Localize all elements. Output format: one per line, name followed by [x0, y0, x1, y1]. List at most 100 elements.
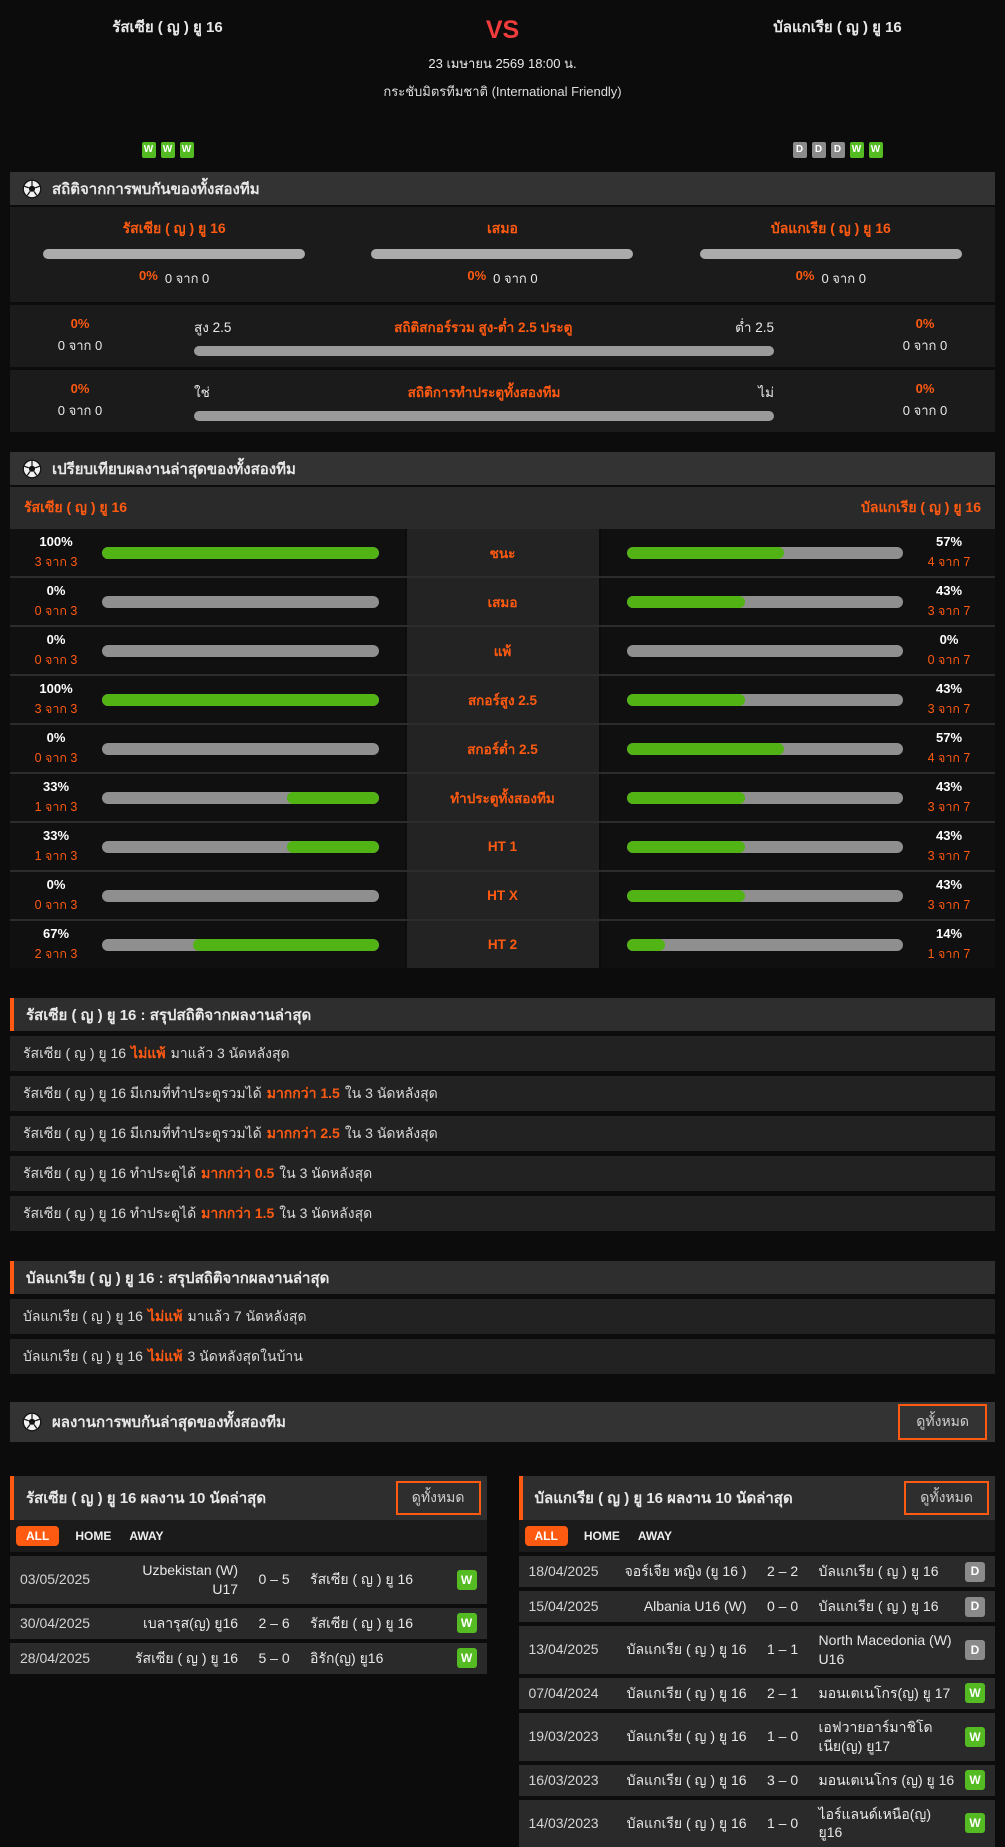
result-score: 3 – 0 — [753, 1771, 813, 1790]
result-badge: W — [457, 1570, 477, 1590]
comparison-home-stat: 33% 1 จาก 3 — [24, 779, 88, 817]
result-badge-wrap: W — [961, 1813, 985, 1833]
comparison-home-count: 3 จาก 3 — [24, 699, 88, 719]
comparison-home-cell: 0% 0 จาก 3 — [10, 578, 405, 625]
comparison-home-bar-fill — [287, 841, 378, 853]
comparison-home-bar-fill — [102, 547, 379, 559]
result-badge: W — [965, 1727, 985, 1747]
comparison-home-percent: 0% — [24, 730, 88, 745]
comparison-home-team: รัสเซีย ( ญ ) ยู 16 — [24, 497, 127, 519]
summary-row-text: รัสเซีย ( ญ ) ยู 16 มีเกมที่ทำประตูรวมได… — [23, 1123, 262, 1145]
result-badge-wrap: W — [961, 1770, 985, 1790]
comparison-row: 33% 1 จาก 3 HT 1 43% 3 จาก 7 — [10, 821, 995, 870]
result-badge: W — [965, 1683, 985, 1703]
comparison-home-stat: 100% 3 จาก 3 — [24, 681, 88, 719]
comparison-home-count: 1 จาก 3 — [24, 846, 88, 866]
form-badge-d: D — [812, 142, 826, 158]
summary-row-text: ใน 3 นัดหลังสุด — [279, 1163, 372, 1185]
comparison-away-bar-fill — [627, 596, 746, 608]
comparison-row-label: สกอร์สูง 2.5 — [405, 676, 601, 723]
summary-row-text: รัสเซีย ( ญ ) ยู 16 — [23, 1043, 126, 1065]
h2h-outcome-percent: 0% — [139, 268, 158, 289]
tab-away[interactable]: AWAY — [127, 1526, 165, 1546]
h2h-outcome-column: รัสเซีย ( ญ ) ยู 16 0% 0 จาก 0 — [10, 218, 338, 289]
comparison-away-bar — [627, 547, 904, 559]
home-results-rows: 03/05/2025 Uzbekistan (W) U17 0 – 5 รัสเ… — [10, 1556, 487, 1674]
away-results-view-all-button[interactable]: ดูทั้งหมด — [904, 1481, 989, 1515]
summary-row-text: บัลแกเรีย ( ญ ) ยู 16 — [23, 1306, 143, 1328]
tab-home[interactable]: HOME — [582, 1526, 622, 1546]
summary-row: รัสเซีย ( ญ ) ยู 16 มีเกมที่ทำประตูรวมได… — [10, 1076, 995, 1111]
h2h-section-header: สถิติจากการพบกันของทั้งสองทีม — [10, 172, 995, 205]
comparison-away-stat: 43% 3 จาก 7 — [917, 583, 981, 621]
tab-all[interactable]: ALL — [16, 1526, 59, 1546]
result-badge-wrap: W — [453, 1570, 477, 1590]
comparison-away-bar — [627, 645, 904, 657]
h2h-outcome-stat: 0% 0 จาก 0 — [796, 268, 866, 289]
h2h-outcome-count: 0 จาก 0 — [821, 268, 865, 289]
comparison-away-bar — [627, 890, 904, 902]
result-home-team: จอร์เจีย หญิง (ยู 16 ) — [623, 1562, 747, 1581]
tab-home[interactable]: HOME — [73, 1526, 113, 1546]
form-badge-w: W — [161, 142, 175, 158]
result-badge: D — [965, 1562, 985, 1582]
h2h-outcome-count: 0 จาก 0 — [165, 268, 209, 289]
comparison-away-count: 3 จาก 7 — [917, 895, 981, 915]
result-away-team: มอนเตเนโกร(ญ) ยู 17 — [819, 1684, 955, 1703]
comparison-away-percent: 14% — [917, 926, 981, 941]
tab-all[interactable]: ALL — [525, 1526, 568, 1546]
summary-row-text: รัสเซีย ( ญ ) ยู 16 ทำประตูได้ — [23, 1163, 196, 1185]
comparison-home-bar — [102, 841, 379, 853]
home-results-view-all-button[interactable]: ดูทั้งหมด — [396, 1481, 481, 1515]
comparison-away-bar — [627, 841, 904, 853]
home-results-table: รัสเซีย ( ญ ) ยู 16 ผลงาน 10 นัดล่าสุด ด… — [10, 1476, 487, 1674]
result-date: 19/03/2023 — [529, 1727, 617, 1746]
form-badge-w: W — [180, 142, 194, 158]
summary-row-highlight: ไม่แพ้ — [148, 1306, 183, 1328]
summary-row-text: บัลแกเรีย ( ญ ) ยู 16 — [23, 1346, 143, 1368]
result-date: 13/04/2025 — [529, 1640, 617, 1659]
result-badge: W — [965, 1770, 985, 1790]
comparison-home-stat: 0% 0 จาก 3 — [24, 632, 88, 670]
over-under-away-stat: 0% 0 จาก 0 — [879, 316, 971, 356]
result-score: 2 – 2 — [753, 1562, 813, 1581]
summary-row-text: รัสเซีย ( ญ ) ยู 16 ทำประตูได้ — [23, 1203, 196, 1225]
comparison-row-label: แพ้ — [405, 627, 601, 674]
soccer-ball-icon — [22, 179, 42, 199]
result-badge: D — [965, 1640, 985, 1660]
home-results-tabs: ALL HOME AWAY — [10, 1520, 487, 1552]
comparison-away-bar-fill — [627, 841, 746, 853]
comparison-away-stat: 43% 3 จาก 7 — [917, 779, 981, 817]
comparison-away-count: 3 จาก 7 — [917, 797, 981, 817]
result-row: 19/03/2023 บัลแกเรีย ( ญ ) ยู 16 1 – 0 เ… — [519, 1713, 996, 1761]
result-badge: W — [457, 1613, 477, 1633]
comparison-away-bar-fill — [627, 694, 746, 706]
summary-row-highlight: มากกว่า 2.5 — [267, 1123, 340, 1145]
form-badge-w: W — [850, 142, 864, 158]
comparison-away-bar-fill — [627, 792, 746, 804]
comparison-away-bar — [627, 596, 904, 608]
comparison-away-count: 0 จาก 7 — [917, 650, 981, 670]
comparison-grid: 100% 3 จาก 3 ชนะ 57% 4 จาก 7 0% 0 จาก 3 — [10, 529, 995, 968]
result-away-team: มอนเตเนโกร (ญ) ยู 16 — [819, 1771, 955, 1790]
meetings-view-all-button[interactable]: ดูทั้งหมด — [898, 1404, 987, 1440]
form-badge-d: D — [793, 142, 807, 158]
result-row: 30/04/2025 เบลารุส(ญ) ยู16 2 – 6 รัสเซีย… — [10, 1608, 487, 1639]
result-score: 0 – 0 — [753, 1597, 813, 1616]
comparison-row-label: ชนะ — [405, 529, 601, 576]
away-summary-header: บัลแกเรีย ( ญ ) ยู 16 : สรุปสถิติจากผลงา… — [10, 1261, 995, 1294]
result-badge-wrap: W — [961, 1727, 985, 1747]
comparison-home-bar — [102, 890, 379, 902]
comparison-away-percent: 43% — [917, 828, 981, 843]
result-badge-wrap: D — [961, 1562, 985, 1582]
match-header: รัสเซีย ( ญ ) ยู 16 VS 23 เมษายน 2569 18… — [0, 0, 1005, 158]
result-row: 07/04/2024 บัลแกเรีย ( ญ ) ยู 16 2 – 1 ม… — [519, 1678, 996, 1709]
comparison-away-stat: 43% 3 จาก 7 — [917, 828, 981, 866]
btts-away-percent: 0% — [879, 381, 971, 396]
result-away-team: บัลแกเรีย ( ญ ) ยู 16 — [819, 1562, 955, 1581]
comparison-away-bar — [627, 694, 904, 706]
away-results-header: บัลแกเรีย ( ญ ) ยู 16 ผลงาน 10 นัดล่าสุด… — [519, 1476, 996, 1520]
tab-away[interactable]: AWAY — [636, 1526, 674, 1546]
btts-card: 0% 0 จาก 0 ใช่ สถิติการทำประตูทั้งสองทีม… — [10, 370, 995, 432]
comparison-home-bar-fill — [287, 792, 378, 804]
